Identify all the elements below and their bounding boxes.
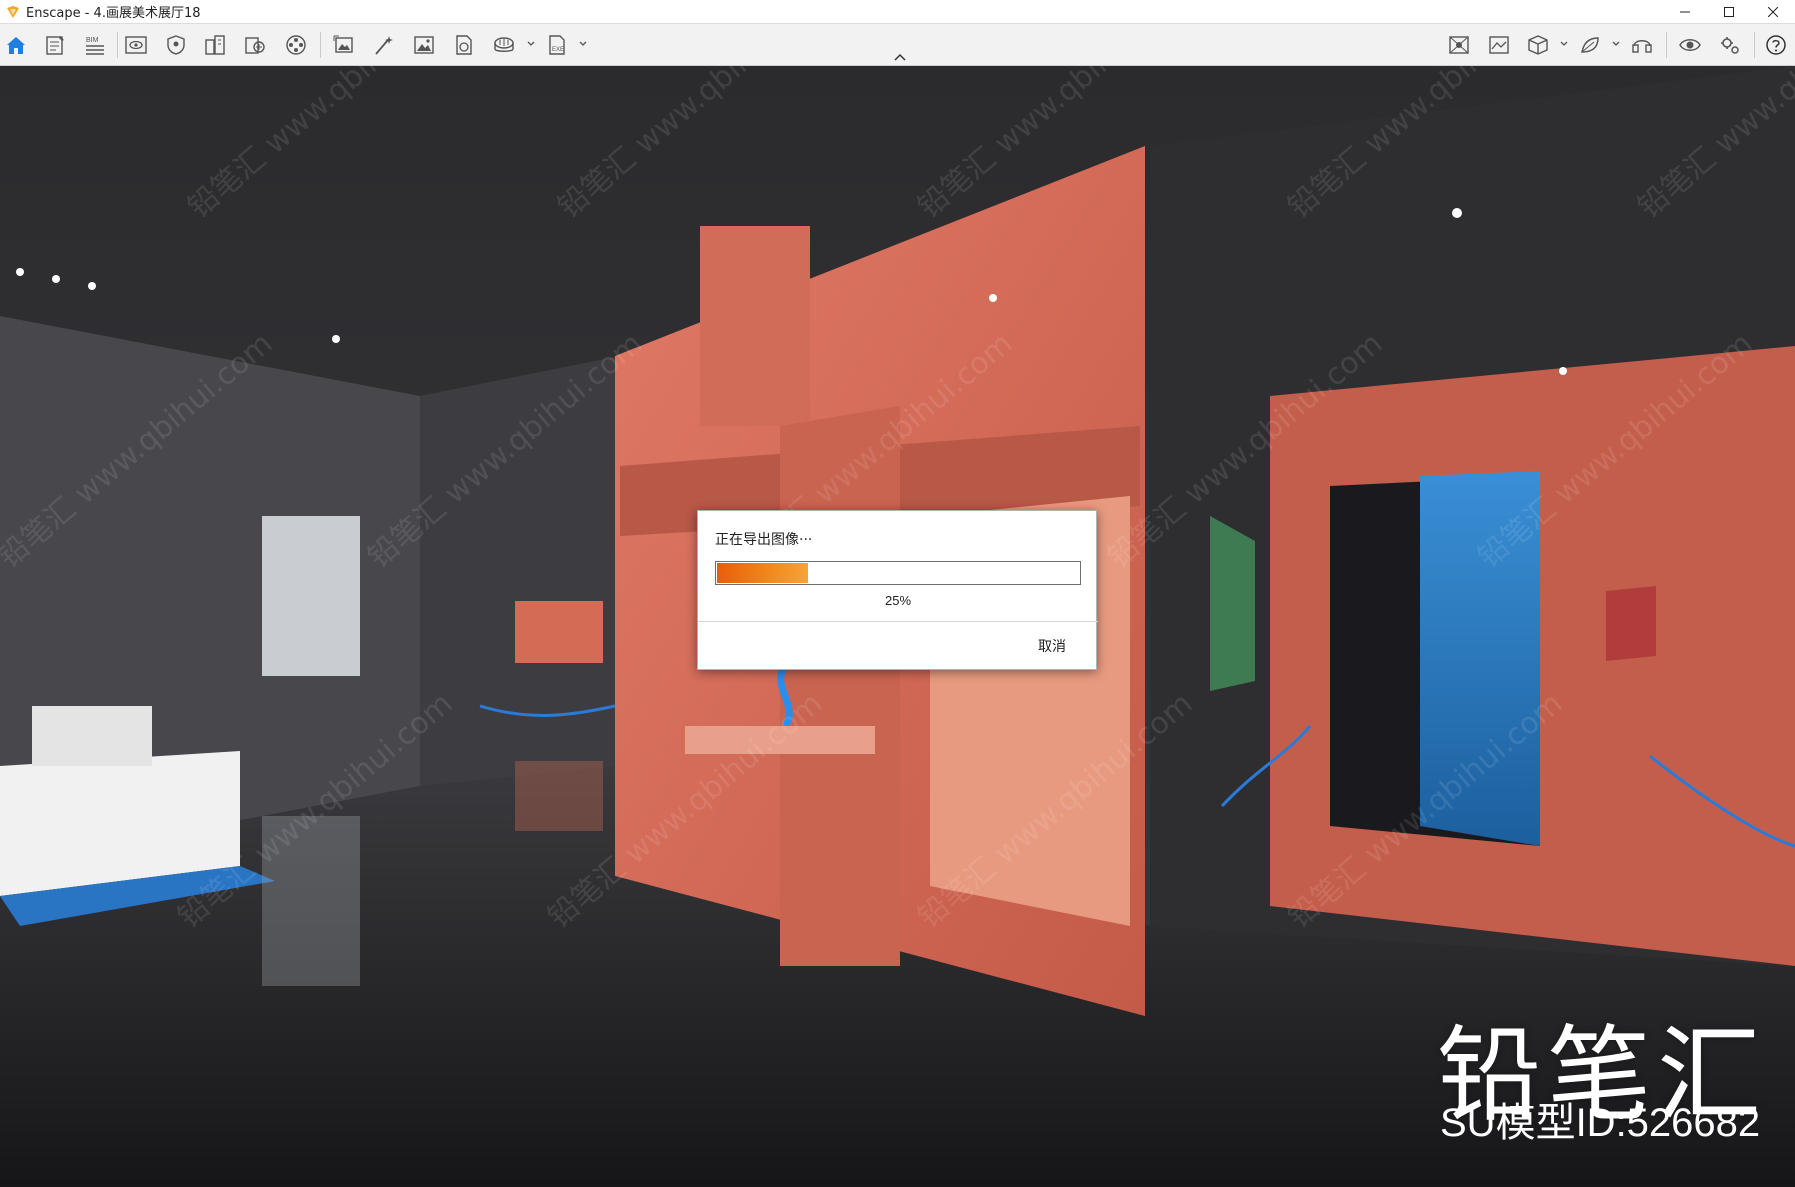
- dialog-title: 正在导出图像···: [715, 532, 813, 548]
- svg-text:BIM: BIM: [86, 37, 99, 44]
- painting-white: [262, 516, 360, 676]
- toolbar-separator: [1666, 32, 1667, 58]
- vr-dropdown-icon[interactable]: [1611, 39, 1621, 49]
- notes-icon: [46, 36, 64, 55]
- export-progress-bar: [715, 561, 1081, 585]
- export-button[interactable]: EXE: [544, 33, 570, 57]
- painting-coast: [515, 601, 603, 663]
- asset-library-icon: [245, 37, 265, 54]
- panorama-button[interactable]: [451, 33, 477, 57]
- image-icon: [414, 36, 434, 54]
- painting-green: [1210, 516, 1255, 691]
- magic-wand-button[interactable]: [371, 33, 397, 57]
- vr-icon: [1581, 37, 1599, 53]
- screenshot-icon: [333, 35, 353, 53]
- site-context-icon: [1449, 36, 1469, 54]
- cube-icon: [1528, 35, 1548, 55]
- export-icon: EXE: [549, 35, 565, 55]
- visual-settings-button[interactable]: [1677, 33, 1703, 57]
- window-title: Enscape - 4.画展美术展厅18: [26, 6, 201, 21]
- cube-dropdown-icon[interactable]: [1559, 39, 1569, 49]
- maximize-button[interactable]: [1707, 0, 1751, 24]
- close-icon: [1768, 7, 1778, 17]
- material-editor-button[interactable]: [1486, 33, 1512, 57]
- cancel-button[interactable]: 取消: [1038, 636, 1066, 656]
- view-icon: [125, 36, 147, 54]
- toolbar-separator: [320, 32, 321, 58]
- toolbar-separator: [1754, 32, 1755, 58]
- help-icon: [1766, 35, 1786, 55]
- screenshot-button[interactable]: [331, 33, 357, 57]
- video-editor-button[interactable]: [283, 33, 309, 57]
- collapse-toolbar-icon[interactable]: [892, 52, 908, 62]
- render-image-button[interactable]: [411, 33, 437, 57]
- batch-render-button[interactable]: [491, 33, 517, 57]
- maximize-icon: [1724, 7, 1734, 17]
- film-reel-icon: [286, 35, 306, 55]
- eye-icon: [1679, 39, 1701, 51]
- view-button[interactable]: [123, 33, 149, 57]
- magic-wand-icon: [375, 36, 393, 55]
- material-editor-icon: [1489, 36, 1509, 54]
- close-button[interactable]: [1751, 0, 1795, 24]
- svg-text:EXE: EXE: [552, 47, 564, 53]
- notes-button[interactable]: [42, 33, 68, 57]
- home-icon: [7, 37, 25, 54]
- safe-frame-button[interactable]: [163, 33, 189, 57]
- vr-button[interactable]: [1577, 33, 1603, 57]
- export-dropdown-icon[interactable]: [578, 39, 588, 49]
- headset-button[interactable]: [1629, 33, 1655, 57]
- progress-percent-label: 25%: [884, 593, 912, 608]
- cube-button[interactable]: [1525, 33, 1551, 57]
- minimize-icon: [1680, 11, 1690, 13]
- safe-frame-icon: [167, 35, 185, 55]
- watermark-model-id: SU模型ID:526682: [1440, 1101, 1761, 1145]
- title-bar: Enscape - 4.画展美术展厅18: [0, 0, 1795, 24]
- export-progress-dialog: 正在导出图像··· 25% 取消: [697, 510, 1098, 670]
- minimize-button[interactable]: [1663, 0, 1707, 24]
- buildings-icon: [205, 35, 225, 55]
- headset-icon: [1632, 40, 1652, 53]
- buildings-button[interactable]: [202, 33, 228, 57]
- home-button[interactable]: [3, 33, 29, 57]
- batch-render-dropdown-icon[interactable]: [526, 39, 536, 49]
- monitor: [32, 706, 152, 766]
- asset-library-button[interactable]: [242, 33, 268, 57]
- document-image-icon: [456, 35, 472, 55]
- enscape-logo-icon: [7, 5, 19, 18]
- site-context-button[interactable]: [1446, 33, 1472, 57]
- batch-render-icon: [494, 37, 514, 52]
- settings-button[interactable]: [1717, 33, 1743, 57]
- bim-icon: BIM: [86, 37, 104, 55]
- toolbar: BIM EXE: [0, 24, 1795, 66]
- painting-red: [1606, 586, 1656, 661]
- progress-fill: [717, 563, 808, 583]
- settings-icon: [1721, 37, 1739, 54]
- dialog-divider: [698, 621, 1098, 622]
- bim-button[interactable]: BIM: [82, 33, 108, 57]
- help-button[interactable]: [1763, 33, 1789, 57]
- toolbar-separator: [117, 32, 118, 58]
